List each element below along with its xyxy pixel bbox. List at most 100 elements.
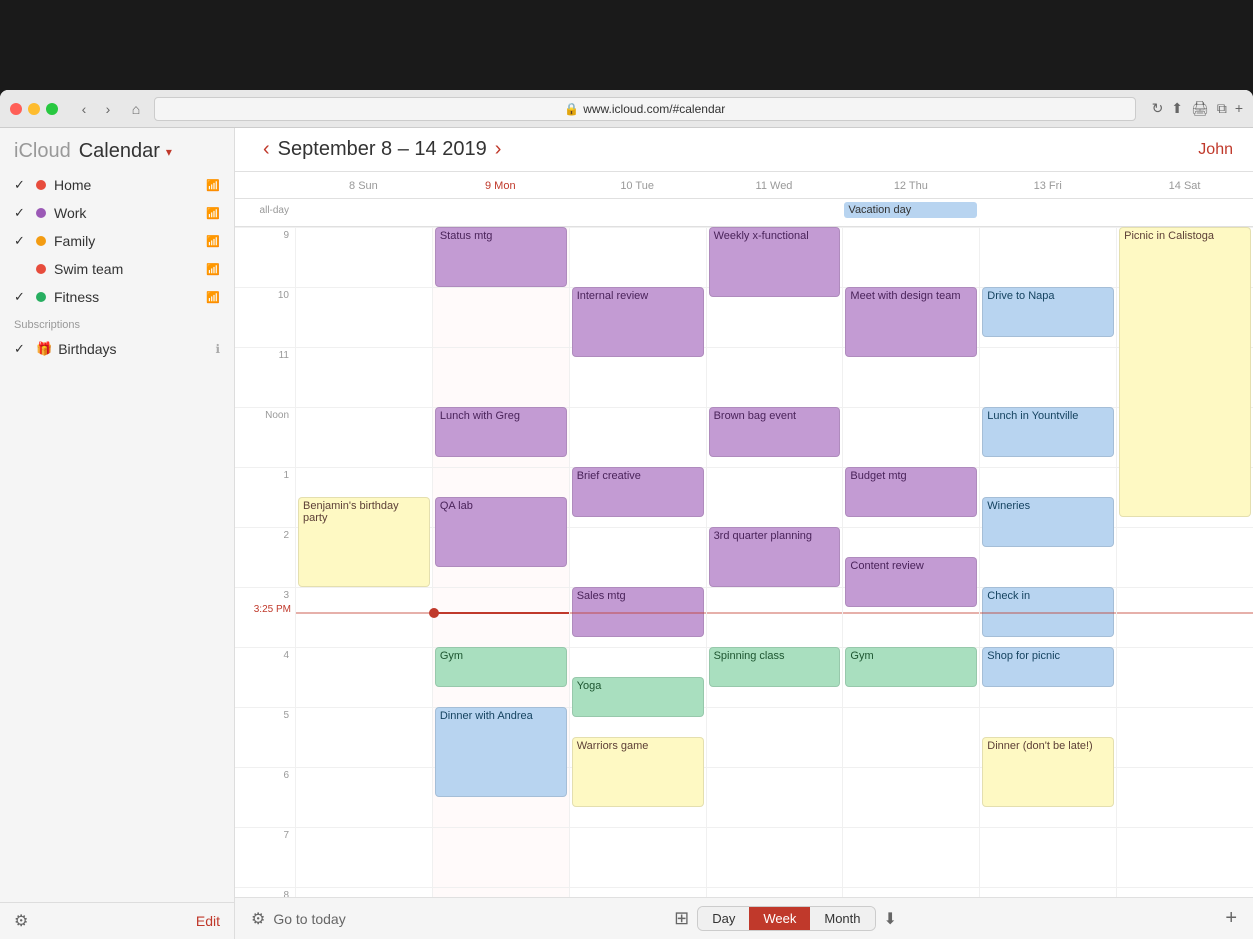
cal-event[interactable]: Dinner with Andrea — [435, 707, 567, 797]
sidebar-item-family[interactable]: ✓ Family 📶 — [0, 227, 234, 255]
calendar-grid: 8 Sun 9 Mon 10 Tue 11 Wed 12 Thu — [235, 172, 1253, 897]
time-grid: 9 10 11 Noon 1 2 3 4 5 6 7 8 3:25 PM — [235, 227, 1253, 897]
day-col-sat: Picnic in Calistoga — [1116, 227, 1253, 897]
calendar-toolbar: ⚙ Go to today ⊞ Day Week Month ⬇ + — [235, 897, 1253, 939]
toolbar-center: ⊞ Day Week Month ⬇ — [674, 906, 897, 931]
cal-event[interactable]: Yoga — [572, 677, 704, 717]
cal-color-fitness — [36, 292, 46, 302]
cal-name-birthdays: Birthdays — [58, 341, 215, 357]
cal-event[interactable]: Drive to Napa — [982, 287, 1114, 337]
cal-event[interactable]: Wineries — [982, 497, 1114, 547]
sidebar-item-work[interactable]: ✓ Work 📶 — [0, 199, 234, 227]
info-icon[interactable]: ℹ — [215, 342, 220, 356]
sidebar-item-fitness[interactable]: ✓ Fitness 📶 — [0, 283, 234, 311]
birthday-icon: 🎁 — [36, 341, 52, 357]
calendar-title: September 8 – 14 2019 — [278, 138, 487, 161]
back-button[interactable]: ‹ — [74, 99, 94, 119]
calendar-label: Calendar — [79, 140, 160, 163]
download-icon[interactable]: ⬇ — [884, 909, 897, 929]
cal-event[interactable]: Spinning class — [709, 647, 841, 687]
allday-thu: Vacation day — [842, 199, 979, 226]
dropdown-icon[interactable]: ▾ — [166, 145, 172, 159]
lock-icon: 🔒 — [564, 102, 579, 116]
cal-event[interactable]: Gym — [845, 647, 977, 687]
url-text: www.icloud.com/#calendar — [583, 102, 725, 116]
print-icon[interactable]: 🖨 — [1191, 100, 1209, 117]
day-col-wed: Weekly x-functional Brown bag event 3rd qu… — [706, 227, 843, 897]
view-month-button[interactable]: Month — [810, 907, 874, 930]
reload-icon[interactable]: ↻ — [1152, 100, 1164, 117]
hour-label-10: 10 — [235, 287, 295, 347]
sidebar-header: iCloud Calendar ▾ — [0, 128, 234, 171]
checkmark-icon: ✓ — [14, 233, 30, 249]
cal-event[interactable]: Picnic in Calistoga — [1119, 227, 1251, 517]
sidebar-item-home[interactable]: ✓ Home 📶 — [0, 171, 234, 199]
settings-button[interactable]: ⚙ — [251, 909, 265, 929]
header-spacer — [235, 172, 295, 198]
sidebar-item-swimteam[interactable]: ✓ Swim team 📶 — [0, 255, 234, 283]
address-bar[interactable]: 🔒 www.icloud.com/#calendar — [154, 97, 1136, 121]
next-button[interactable]: › — [487, 138, 510, 161]
cal-name-fitness: Fitness — [54, 289, 206, 305]
goto-today-button[interactable]: Go to today — [273, 911, 345, 927]
add-event-button[interactable]: + — [1225, 907, 1237, 930]
home-button[interactable]: ⌂ — [126, 99, 146, 119]
cal-name-family: Family — [54, 233, 206, 249]
cal-name-work: Work — [54, 205, 206, 221]
hour-label-11: 11 — [235, 347, 295, 407]
gear-button[interactable]: ⚙ — [14, 911, 28, 931]
current-time-dot — [429, 608, 439, 618]
cal-event[interactable]: Weekly x-functional — [709, 227, 841, 297]
cal-event[interactable]: Warriors game — [572, 737, 704, 807]
subscriptions-label: Subscriptions — [0, 311, 234, 335]
cal-event[interactable]: Brief creative — [572, 467, 704, 517]
view-day-button[interactable]: Day — [698, 907, 749, 930]
checkmark-icon: ✓ — [14, 289, 30, 305]
close-button[interactable] — [10, 103, 22, 115]
cal-event[interactable]: Gym — [435, 647, 567, 687]
edit-button[interactable]: Edit — [196, 913, 220, 929]
cal-name-swimteam: Swim team — [54, 261, 206, 277]
time-labels: 9 10 11 Noon 1 2 3 4 5 6 7 8 3:25 PM — [235, 227, 295, 897]
allday-event-vacation[interactable]: Vacation day — [844, 202, 977, 218]
current-time-line-secondary — [707, 612, 843, 614]
maximize-button[interactable] — [46, 103, 58, 115]
cal-event[interactable]: Internal review — [572, 287, 704, 357]
cal-event[interactable]: Budget mtg — [845, 467, 977, 517]
cal-event[interactable]: Shop for picnic — [982, 647, 1114, 687]
toolbar-right: + — [1225, 907, 1237, 930]
day-col-mon: Status mtg Lunch with Greg QA lab Gym Dinner… — [432, 227, 569, 897]
cal-event[interactable]: 3rd quarter planning — [709, 527, 841, 587]
grid-view-icon[interactable]: ⊞ — [674, 908, 689, 929]
browser-nav: ‹ › — [74, 99, 118, 119]
hour-label-5: 5 — [235, 707, 295, 767]
toolbar-left: ⚙ Go to today — [251, 909, 346, 929]
prev-button[interactable]: ‹ — [255, 138, 278, 161]
cal-event[interactable]: Lunch with Greg — [435, 407, 567, 457]
calendar-main: ‹ September 8 – 14 2019 › John 8 Sun 9 M… — [235, 128, 1253, 939]
cal-event[interactable]: Brown bag event — [709, 407, 841, 457]
day-col-thu: Meet with design team Budget mtg Content r… — [842, 227, 979, 897]
cal-event[interactable]: Benjamin's birthday party — [298, 497, 430, 587]
duplicate-icon[interactable]: ⧉ — [1217, 100, 1227, 117]
allday-fri — [979, 199, 1116, 226]
allday-sat — [1116, 199, 1253, 226]
current-time-line-secondary — [1117, 612, 1253, 614]
cal-color-home — [36, 180, 46, 190]
cal-event[interactable]: QA lab — [435, 497, 567, 567]
wifi-icon-work: 📶 — [206, 207, 220, 220]
minimize-button[interactable] — [28, 103, 40, 115]
day-col-sun: Benjamin's birthday party — [295, 227, 432, 897]
hour-label-3: 3 — [235, 587, 295, 647]
view-week-button[interactable]: Week — [749, 907, 810, 930]
cal-event[interactable]: Content review — [845, 557, 977, 607]
forward-button[interactable]: › — [98, 99, 118, 119]
hour-label-1: 1 — [235, 467, 295, 527]
cal-event[interactable]: Dinner (don't be late!) — [982, 737, 1114, 807]
sidebar-item-birthdays[interactable]: ✓ 🎁 Birthdays ℹ — [0, 335, 234, 363]
add-tab-icon[interactable]: + — [1235, 100, 1243, 117]
cal-event[interactable]: Lunch in Yountville — [982, 407, 1114, 457]
cal-event[interactable]: Meet with design team — [845, 287, 977, 357]
share-icon[interactable]: ⬆ — [1171, 100, 1183, 117]
cal-event[interactable]: Status mtg — [435, 227, 567, 287]
